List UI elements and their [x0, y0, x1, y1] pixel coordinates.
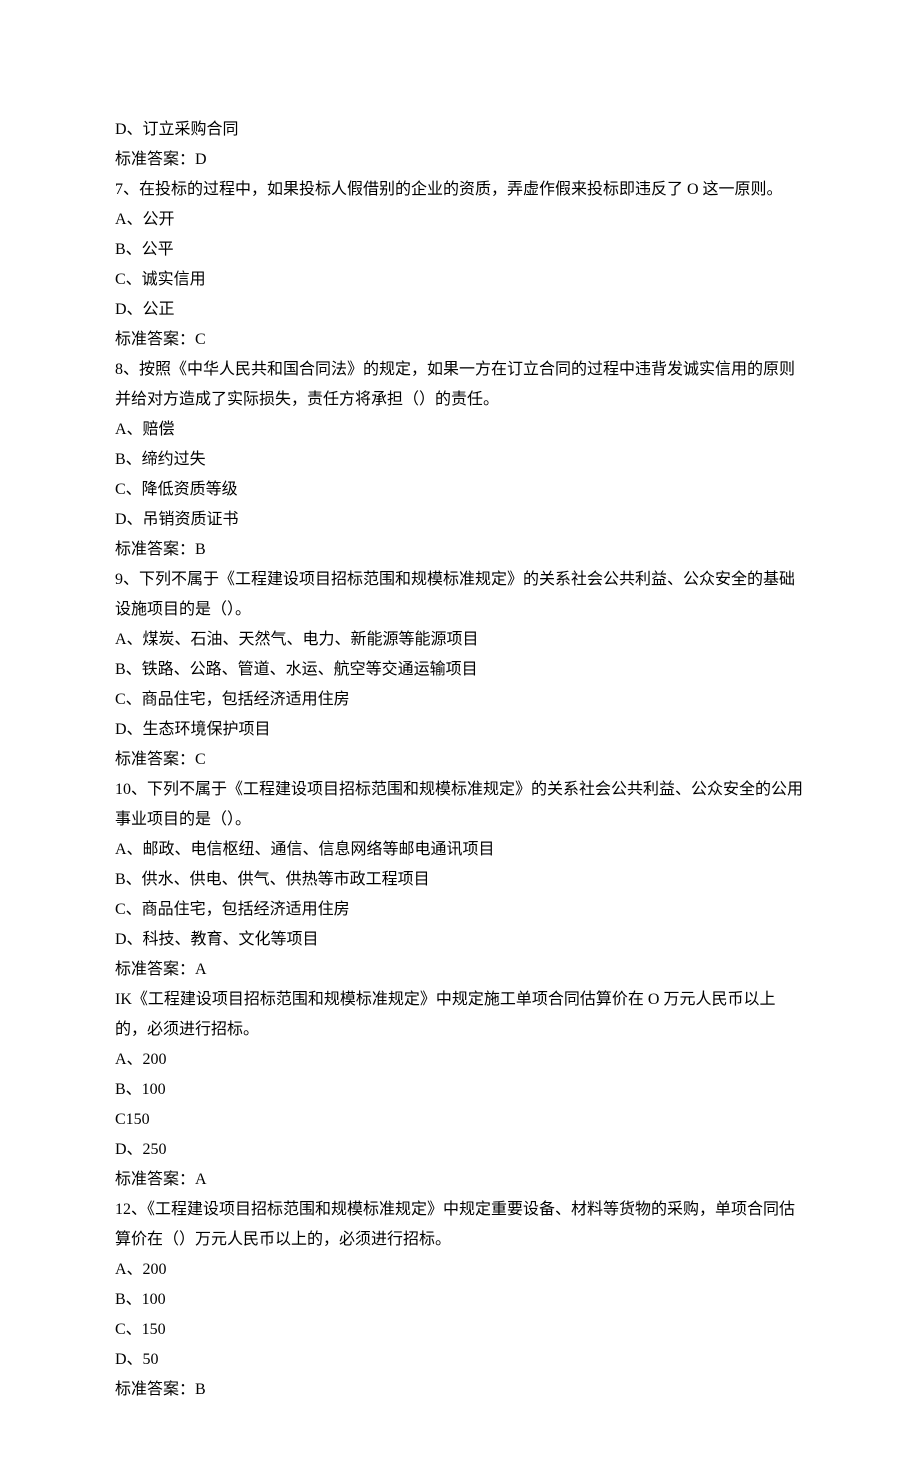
text-line: D、50 [115, 1345, 805, 1375]
text-line: B、100 [115, 1285, 805, 1315]
text-line: D、250 [115, 1135, 805, 1165]
text-line: A、200 [115, 1255, 805, 1285]
text-line: 8、按照《中华人民共和国合同法》的规定，如果一方在订立合同的过程中违背发诚实信用… [115, 355, 805, 415]
document-page: D、订立采购合同标准答案：D7、在投标的过程中，如果投标人假借别的企业的资质，弄… [0, 0, 920, 1465]
text-line: 标准答案：C [115, 745, 805, 775]
text-line: B、公平 [115, 235, 805, 265]
text-line: B、供水、供电、供气、供热等市政工程项目 [115, 865, 805, 895]
text-line: A、公开 [115, 205, 805, 235]
text-line: D、生态环境保护项目 [115, 715, 805, 745]
text-line: D、公正 [115, 295, 805, 325]
text-line: D、订立采购合同 [115, 115, 805, 145]
text-line: A、邮政、电信枢纽、通信、信息网络等邮电通讯项目 [115, 835, 805, 865]
text-line: A、煤炭、石油、天然气、电力、新能源等能源项目 [115, 625, 805, 655]
text-line: A、赔偿 [115, 415, 805, 445]
text-line: 标准答案：A [115, 1165, 805, 1195]
text-line: 10、下列不属于《工程建设项目招标范围和规模标准规定》的关系社会公共利益、公众安… [115, 775, 805, 835]
text-line: B、100 [115, 1075, 805, 1105]
text-line: C、商品住宅，包括经济适用住房 [115, 685, 805, 715]
text-line: C、降低资质等级 [115, 475, 805, 505]
text-line: C、150 [115, 1315, 805, 1345]
text-line: A、200 [115, 1045, 805, 1075]
text-line: IK《工程建设项目招标范围和规模标准规定》中规定施工单项合同估算价在 O 万元人… [115, 985, 805, 1045]
text-line: B、铁路、公路、管道、水运、航空等交通运输项目 [115, 655, 805, 685]
text-line: 标准答案：B [115, 1375, 805, 1405]
text-line: D、科技、教育、文化等项目 [115, 925, 805, 955]
text-line: C150 [115, 1105, 805, 1135]
text-line: 12、《工程建设项目招标范围和规模标准规定》中规定重要设备、材料等货物的采购，单… [115, 1195, 805, 1255]
text-line: B、缔约过失 [115, 445, 805, 475]
text-line: 7、在投标的过程中，如果投标人假借别的企业的资质，弄虚作假来投标即违反了 O 这… [115, 175, 805, 205]
text-line: 9、下列不属于《工程建设项目招标范围和规模标准规定》的关系社会公共利益、公众安全… [115, 565, 805, 625]
text-line: D、吊销资质证书 [115, 505, 805, 535]
text-line: 标准答案：B [115, 535, 805, 565]
text-line: C、诚实信用 [115, 265, 805, 295]
text-line: 标准答案：D [115, 145, 805, 175]
text-line: 标准答案：A [115, 955, 805, 985]
text-line: C、商品住宅，包括经济适用住房 [115, 895, 805, 925]
text-line: 标准答案：C [115, 325, 805, 355]
document-body: D、订立采购合同标准答案：D7、在投标的过程中，如果投标人假借别的企业的资质，弄… [115, 115, 805, 1405]
